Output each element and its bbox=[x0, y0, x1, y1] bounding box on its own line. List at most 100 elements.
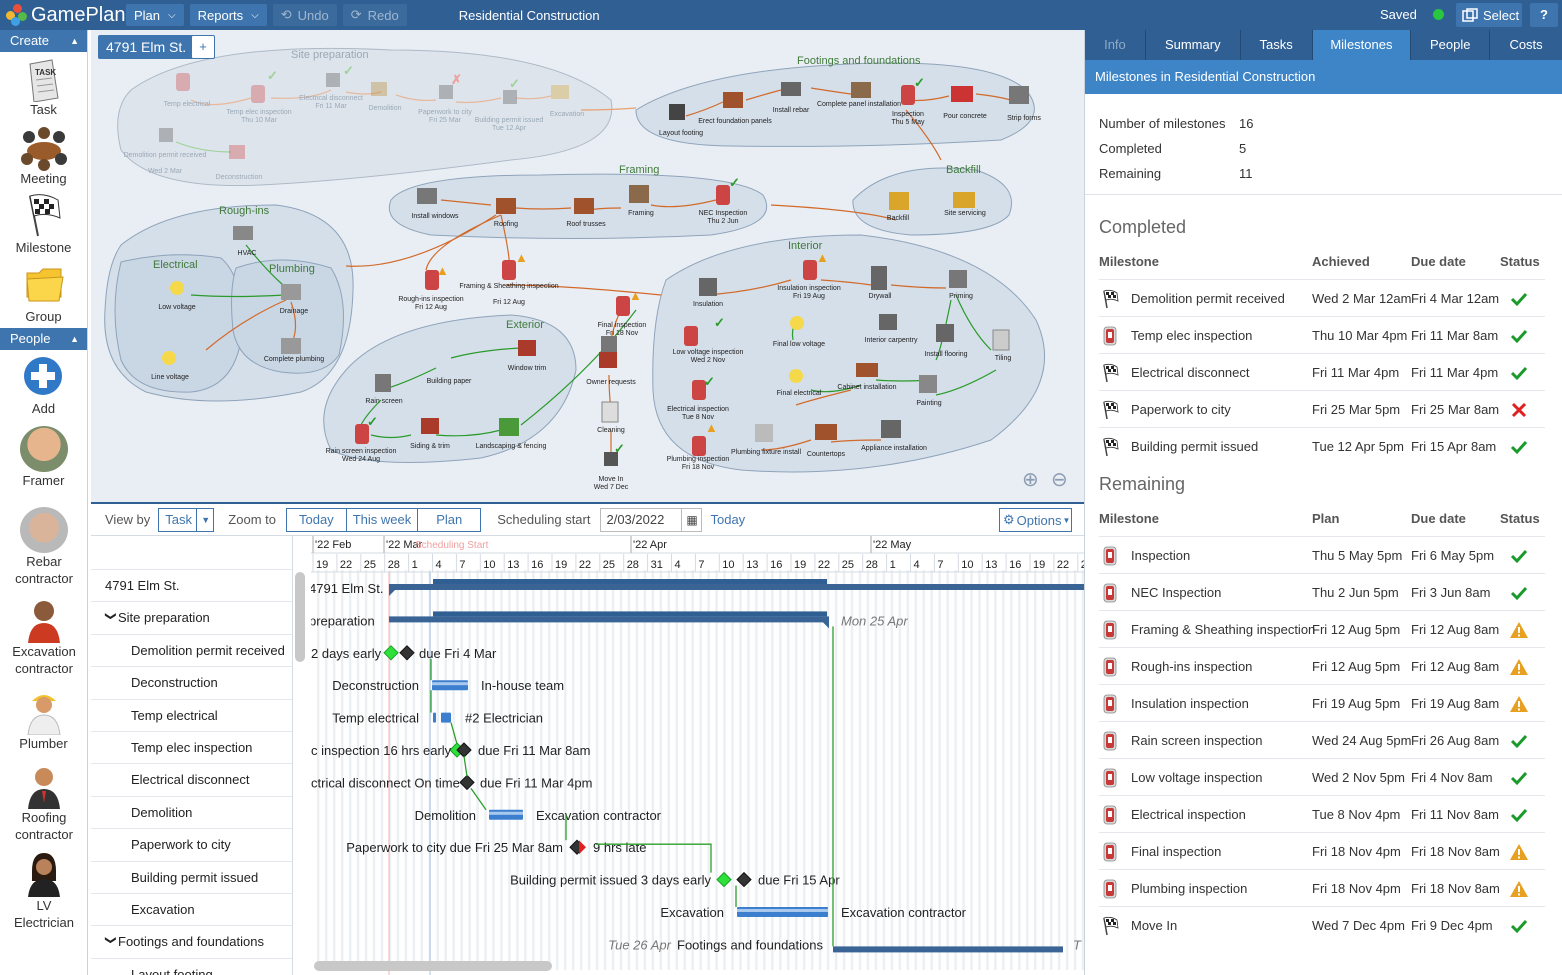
help-button[interactable]: ? bbox=[1530, 3, 1558, 27]
milestone-row[interactable]: Final inspection Fri 18 Nov 4pm Fri 18 Nov… bbox=[1099, 832, 1545, 869]
hvac-icon[interactable] bbox=[233, 226, 253, 240]
create-header[interactable]: Create ▲ bbox=[0, 30, 87, 52]
roof-icon[interactable] bbox=[496, 198, 516, 214]
pipes-icon[interactable] bbox=[281, 284, 301, 300]
summary-progress-bar[interactable] bbox=[433, 579, 827, 584]
person-plumber[interactable]: Plumber bbox=[0, 685, 87, 759]
create-group-item[interactable]: Group bbox=[0, 259, 87, 328]
lightbulb-icon[interactable] bbox=[170, 281, 184, 295]
create-milestone-item[interactable]: Milestone bbox=[0, 190, 87, 259]
person-excavation-contractor[interactable]: Excavation contractor bbox=[0, 593, 87, 685]
inspection-icon[interactable] bbox=[692, 436, 706, 456]
demolition-icon[interactable] bbox=[371, 82, 387, 96]
person-lv-electrician[interactable]: LV Electrician bbox=[0, 847, 87, 935]
person-framer[interactable]: Framer bbox=[0, 422, 87, 503]
appliance-icon[interactable] bbox=[881, 420, 901, 438]
tab-milestones[interactable]: Milestones bbox=[1312, 30, 1412, 60]
milestone-flag-icon[interactable] bbox=[503, 90, 517, 104]
framing-icon[interactable] bbox=[629, 185, 649, 203]
concrete-truck-icon[interactable] bbox=[951, 86, 973, 102]
insulation-icon[interactable] bbox=[699, 278, 717, 296]
tab-tasks[interactable]: Tasks bbox=[1241, 30, 1313, 60]
milestone-row[interactable]: Building permit issued Tue 12 Apr 5pm Fri … bbox=[1099, 427, 1545, 464]
milestone-row[interactable]: Rain screen inspection Wed 24 Aug 5pm Fri … bbox=[1099, 721, 1545, 758]
milestone-row[interactable]: Temp elec inspection Thu 10 Mar 4pm Fri 11… bbox=[1099, 316, 1545, 353]
gantt-task-row[interactable]: Paperwork to city bbox=[91, 829, 292, 862]
inspection-icon[interactable] bbox=[803, 260, 817, 280]
mailbox-icon[interactable] bbox=[669, 104, 685, 120]
gantt-chart[interactable]: '22 Feb '22 Mar '22 Apr '22 May Scheduling S… bbox=[311, 536, 1084, 975]
zoom-plan-button[interactable]: Plan bbox=[418, 509, 480, 531]
gantt-task-row[interactable]: Demolition permit received bbox=[91, 635, 292, 668]
lightbulb-icon[interactable] bbox=[162, 351, 176, 365]
house-icon[interactable] bbox=[229, 145, 245, 159]
gantt-task-row[interactable]: 4791 Elm St. bbox=[91, 570, 292, 603]
gantt-group-row[interactable]: ❯ Site preparation bbox=[91, 602, 292, 635]
lightbulb-icon[interactable] bbox=[789, 369, 803, 383]
summary-bar[interactable] bbox=[833, 946, 1063, 953]
milestone-flag-icon[interactable] bbox=[439, 85, 453, 99]
gantt-horizontal-scrollbar[interactable] bbox=[314, 961, 552, 971]
people-header[interactable]: People ▲ bbox=[0, 328, 87, 350]
gantt-task-row[interactable]: Temp elec inspection bbox=[91, 732, 292, 765]
inspection-icon[interactable] bbox=[176, 73, 190, 91]
cleaning-icon[interactable] bbox=[601, 401, 619, 423]
milestone-row[interactable]: Low voltage inspection Wed 2 Nov 5pm Fri 4… bbox=[1099, 758, 1545, 795]
inspection-icon[interactable] bbox=[716, 185, 730, 205]
summary-bar[interactable] bbox=[389, 616, 829, 623]
gantt-timeline[interactable]: '22 Feb '22 Mar '22 Apr '22 MayScheduling S… bbox=[311, 536, 1084, 975]
summary-progress-bar[interactable] bbox=[433, 611, 827, 617]
scheduling-start-field[interactable]: 2/03/2022 ▦ bbox=[600, 507, 703, 532]
zoom-this-week-button[interactable]: This week bbox=[347, 508, 419, 531]
gantt-group-row[interactable]: ❯ Footings and foundations bbox=[91, 926, 292, 959]
select-button[interactable]: Select bbox=[1456, 3, 1522, 27]
milestone-row[interactable]: Move In Wed 7 Dec 4pm Fri 9 Dec 4pm bbox=[1099, 906, 1545, 943]
plan-network-canvas[interactable]: Site preparation Footings and foundation… bbox=[91, 30, 1084, 502]
house-icon[interactable] bbox=[599, 352, 617, 368]
gantt-list-scrollbar[interactable] bbox=[295, 572, 305, 662]
excavator-icon[interactable] bbox=[551, 85, 569, 99]
excavator-icon[interactable] bbox=[953, 192, 975, 208]
forms-icon[interactable] bbox=[1009, 86, 1029, 104]
milestone-row[interactable]: Demolition permit received Wed 2 Mar 12am… bbox=[1099, 279, 1545, 316]
today-link[interactable]: Today bbox=[710, 512, 745, 527]
excavator-icon[interactable] bbox=[889, 192, 909, 210]
milestone-row[interactable]: Electrical inspection Tue 8 Nov 4pm Fri 11… bbox=[1099, 795, 1545, 832]
painting-icon[interactable] bbox=[919, 375, 937, 393]
redo-button[interactable]: ⟳ Redo bbox=[342, 4, 407, 26]
lightbulb-icon[interactable] bbox=[790, 316, 804, 330]
zoom-today-button[interactable]: Today bbox=[287, 508, 347, 531]
zoom-in-icon[interactable]: ⊕ bbox=[1022, 467, 1039, 492]
priming-icon[interactable] bbox=[949, 270, 967, 288]
milestone-row[interactable]: Insulation inspection Fri 19 Aug 5pm Fri 1… bbox=[1099, 684, 1545, 721]
tiling-icon[interactable] bbox=[992, 329, 1010, 351]
rebar-icon[interactable] bbox=[781, 82, 801, 96]
drywall-icon[interactable] bbox=[871, 266, 887, 290]
person-rebar-contractor[interactable]: Rebar contractor bbox=[0, 503, 87, 593]
zoom-out-icon[interactable]: ⊖ bbox=[1051, 467, 1068, 492]
gantt-task-row[interactable]: Layout footing bbox=[91, 959, 292, 975]
inspection-icon[interactable] bbox=[901, 85, 915, 105]
carpentry-icon[interactable] bbox=[879, 314, 897, 330]
add-location-button[interactable]: + bbox=[191, 35, 215, 59]
gantt-task-row[interactable]: Deconstruction bbox=[91, 667, 292, 700]
gantt-task-row[interactable]: Temp electrical bbox=[91, 700, 292, 732]
panels-icon[interactable] bbox=[851, 82, 871, 98]
milestone-due-marker[interactable] bbox=[399, 645, 415, 661]
create-task-item[interactable]: TASK Task bbox=[0, 52, 87, 121]
task-bar[interactable] bbox=[441, 712, 451, 723]
house-icon[interactable] bbox=[518, 340, 536, 356]
fixture-icon[interactable] bbox=[755, 424, 773, 442]
milestone-flag-icon[interactable] bbox=[326, 73, 340, 87]
view-by-select[interactable]: Task ▼ bbox=[158, 507, 215, 532]
inspection-icon[interactable] bbox=[684, 326, 698, 346]
person-roofing-contractor[interactable]: Roofing contractor bbox=[0, 759, 87, 847]
milestone-flag-icon[interactable] bbox=[159, 128, 173, 142]
screen-icon[interactable] bbox=[375, 374, 391, 392]
location-tag[interactable]: 4791 Elm St. bbox=[98, 35, 195, 59]
inspection-icon[interactable] bbox=[616, 296, 630, 316]
gantt-task-row[interactable]: Excavation bbox=[91, 894, 292, 927]
options-button[interactable]: ⚙ Options ▼ bbox=[999, 508, 1072, 532]
cabinet-icon[interactable] bbox=[856, 363, 878, 377]
group-backfill[interactable] bbox=[852, 167, 1013, 236]
